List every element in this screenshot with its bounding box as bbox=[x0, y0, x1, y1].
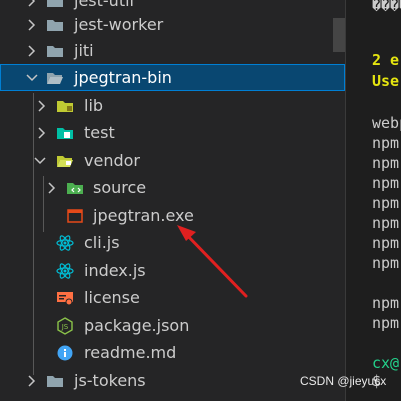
tree-item-cli-js[interactable]: cli.js bbox=[0, 229, 345, 256]
tree-item-license[interactable]: license bbox=[0, 284, 345, 311]
tree-item-label: jest-util bbox=[74, 0, 134, 10]
tree-item-test[interactable]: test bbox=[0, 119, 345, 146]
tree-item-lib[interactable]: lib bbox=[0, 92, 345, 119]
terminal-panel[interactable]: ���� 2 er Use webp npm npm npm npm npm n… bbox=[345, 0, 401, 401]
folder-open-icon bbox=[46, 70, 64, 86]
terminal-line: Use bbox=[372, 72, 400, 90]
tree-item-readme-md[interactable]: readme.md bbox=[0, 339, 345, 366]
terminal-line: npm bbox=[372, 174, 400, 192]
file-explorer: jest-util jest-worker jiti jpegtran-bin bbox=[0, 0, 345, 401]
chevron-right-icon bbox=[26, 44, 38, 58]
folder-icon bbox=[46, 43, 64, 59]
tree-item-package-json[interactable]: JS package.json bbox=[0, 312, 345, 339]
terminal-line: 2 er bbox=[372, 51, 401, 69]
svg-text:JS: JS bbox=[61, 323, 69, 331]
terminal-line: npm bbox=[372, 254, 400, 272]
terminal-line: npm bbox=[372, 294, 400, 312]
terminal-line: npm bbox=[372, 314, 400, 332]
folder-icon bbox=[46, 373, 64, 389]
tree-item-label: cli.js bbox=[84, 233, 120, 252]
chevron-down-icon bbox=[26, 71, 38, 85]
tree-item-label: jpegtran-bin bbox=[74, 68, 172, 87]
terminal-line: npm bbox=[372, 134, 400, 152]
terminal-line: npm bbox=[372, 234, 400, 252]
folder-lib-icon bbox=[56, 98, 74, 114]
chevron-right-icon bbox=[36, 99, 48, 113]
chevron-right-icon bbox=[26, 374, 38, 388]
tree-item-js-tokens[interactable]: js-tokens bbox=[0, 367, 345, 394]
chevron-right-icon bbox=[36, 126, 48, 140]
react-icon bbox=[56, 262, 74, 279]
tree-item-label: index.js bbox=[84, 261, 146, 280]
tree-item-jpegtran-exe[interactable]: jpegtran.exe bbox=[0, 202, 345, 229]
chevron-down-icon bbox=[34, 154, 46, 168]
tree-item-vendor[interactable]: vendor bbox=[0, 147, 345, 174]
tree-item-label: jest-worker bbox=[74, 15, 164, 34]
watermark: CSDN @jieyucx bbox=[300, 374, 387, 388]
tree-item-label: license bbox=[84, 288, 140, 307]
tree-item-index-js[interactable]: index.js bbox=[0, 257, 345, 284]
tree-item-source[interactable]: source bbox=[0, 174, 345, 201]
nodejs-icon: JS bbox=[56, 316, 74, 335]
tree-item-label: test bbox=[84, 123, 115, 142]
tree-item-label: jiti bbox=[74, 41, 94, 60]
info-icon bbox=[56, 345, 74, 361]
folder-icon bbox=[46, 0, 64, 9]
terminal-line: npm bbox=[372, 214, 400, 232]
tree-item-label: jpegtran.exe bbox=[93, 206, 194, 225]
react-icon bbox=[56, 234, 74, 251]
tree-item-jest-worker[interactable]: jest-worker bbox=[0, 11, 345, 38]
exe-file-icon bbox=[66, 208, 84, 224]
folder-vendor-open-icon bbox=[56, 153, 74, 169]
license-icon bbox=[56, 290, 74, 306]
terminal-line: npm bbox=[372, 154, 400, 172]
tree-item-label: source bbox=[93, 178, 147, 197]
explorer-scrollbar-thumb[interactable] bbox=[333, 18, 345, 52]
tree-item-label: lib bbox=[84, 96, 104, 115]
terminal-line: webp bbox=[372, 114, 401, 132]
chevron-right-icon bbox=[46, 181, 58, 195]
tree-item-jiti[interactable]: jiti bbox=[0, 37, 345, 64]
tree-item-label: vendor bbox=[84, 151, 140, 170]
tree-item-label: js-tokens bbox=[74, 371, 146, 390]
terminal-line: ���� bbox=[372, 0, 401, 14]
chevron-right-icon bbox=[26, 18, 38, 32]
folder-source-icon bbox=[66, 180, 84, 196]
tree-item-label: package.json bbox=[84, 316, 190, 335]
tree-item-label: readme.md bbox=[84, 343, 177, 362]
folder-icon bbox=[46, 17, 64, 33]
terminal-line: npm bbox=[372, 194, 400, 212]
chevron-right-icon bbox=[26, 0, 38, 8]
terminal-prompt: cx@ bbox=[372, 354, 400, 372]
tree-item-jpegtran-bin[interactable]: jpegtran-bin bbox=[0, 64, 345, 91]
folder-test-icon bbox=[56, 125, 74, 141]
